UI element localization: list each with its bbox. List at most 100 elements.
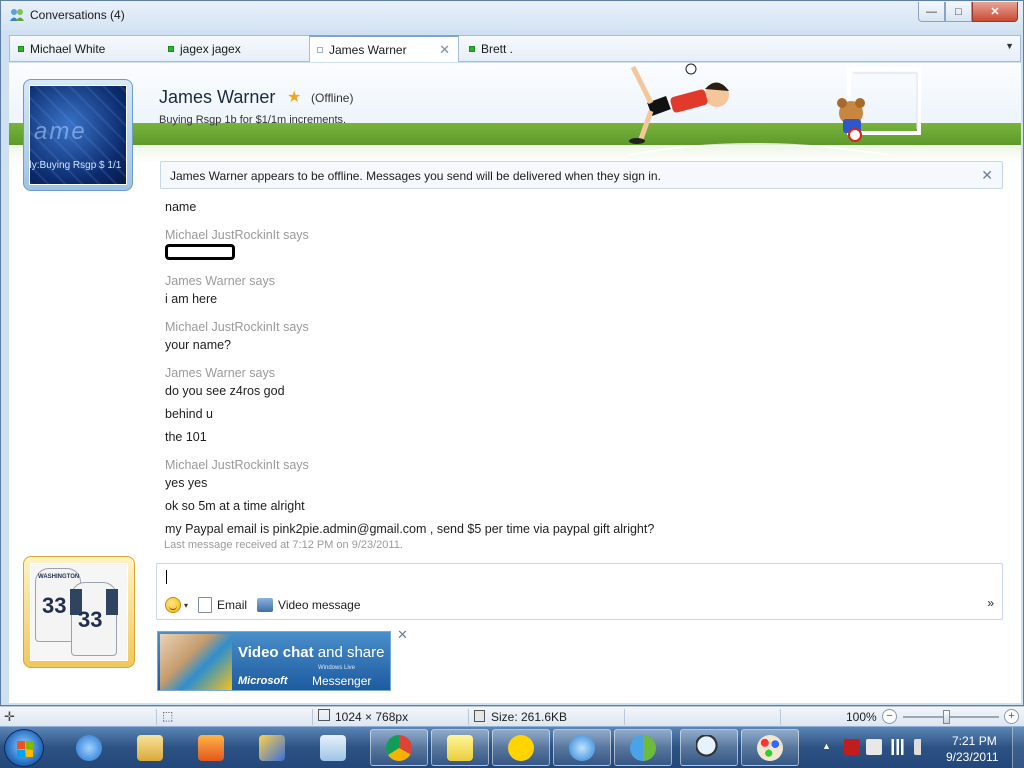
move-icon[interactable]: ✛ xyxy=(4,709,15,725)
offline-notice-text: James Warner appears to be offline. Mess… xyxy=(170,169,661,183)
close-tab-icon[interactable]: ✕ xyxy=(439,42,450,58)
taskbar: ▲ 7:21 PM 9/23/2011 xyxy=(0,726,1024,768)
divider xyxy=(156,709,157,725)
redaction-scribble xyxy=(165,244,235,260)
offline-notice-bar: James Warner appears to be offline. Mess… xyxy=(160,161,1003,189)
zoom-level: 100% xyxy=(846,710,877,724)
taskbar-internet-explorer[interactable] xyxy=(60,729,118,766)
image-dimensions: 1024 × 768px xyxy=(335,710,409,724)
conversation-window: Conversations (4) — □ ✕ Michael White ja… xyxy=(0,0,1024,706)
maximize-button[interactable]: □ xyxy=(945,2,972,22)
show-desktop-button[interactable] xyxy=(1012,727,1024,768)
taskbar-file-explorer[interactable] xyxy=(121,729,179,766)
message-text: the 101 xyxy=(165,430,207,444)
text-caret xyxy=(166,570,167,584)
sender-line: Michael JustRockinIt says xyxy=(165,228,309,242)
show-hidden-icons-icon[interactable]: ▲ xyxy=(822,741,831,751)
email-label: Email xyxy=(217,598,248,612)
magnifier-icon xyxy=(696,734,722,761)
zoom-out-button[interactable]: − xyxy=(882,709,897,724)
tab-jagex-jagex[interactable]: jagex jagex xyxy=(168,36,241,61)
message-text: your name? xyxy=(165,338,232,352)
minimize-button[interactable]: — xyxy=(918,2,945,22)
chrome-icon xyxy=(386,734,412,761)
zoom-slider-track[interactable] xyxy=(903,716,999,718)
crop-icon[interactable]: ⬚ xyxy=(162,709,173,723)
conversation-pane: ame ply:Buying Rsgp $ 1/1 James Warner ★… xyxy=(9,63,1021,703)
itunes-icon xyxy=(569,734,595,761)
tab-brett[interactable]: Brett . xyxy=(469,36,513,61)
clock-date[interactable]: 9/23/2011 xyxy=(946,750,999,764)
aim-running-man-icon xyxy=(508,734,534,761)
ad-headline: Video chat and share xyxy=(238,644,384,661)
notepad-icon xyxy=(320,734,346,761)
taskbar-messenger[interactable] xyxy=(614,729,672,766)
online-status-icon xyxy=(469,45,475,52)
jersey-number: 33 xyxy=(42,593,67,618)
contact-avatar-frame[interactable]: ame ply:Buying Rsgp $ 1/1 xyxy=(23,79,133,191)
divider xyxy=(624,709,625,725)
my-avatar: WASHINGTON 33 33 xyxy=(30,563,128,661)
taskbar-aim[interactable] xyxy=(492,729,550,766)
power-tray-icon[interactable] xyxy=(866,739,882,755)
video-message-button[interactable]: Video message xyxy=(257,598,361,612)
tab-james-warner[interactable]: James Warner ✕ xyxy=(309,35,459,62)
message-text: do you see z4ros god xyxy=(165,384,285,398)
taskbar-chrome[interactable] xyxy=(370,729,428,766)
tab-list-dropdown-icon[interactable]: ▼ xyxy=(1005,41,1014,51)
ad-headline-rest: and share xyxy=(313,644,385,661)
taskbar-paint[interactable] xyxy=(741,729,799,766)
emoticon-icon[interactable] xyxy=(165,597,181,613)
video-message-label: Video message xyxy=(278,598,361,612)
sender-line: James Warner says xyxy=(165,274,275,288)
start-button[interactable] xyxy=(4,729,44,767)
messenger-ad-banner[interactable]: Video chat and share Microsoft Windows L… xyxy=(157,631,391,691)
paint-brush-icon xyxy=(259,734,285,761)
taskbar-itunes[interactable] xyxy=(553,729,611,766)
tab-label: jagex jagex xyxy=(180,41,241,56)
taskbar-paint-brush[interactable] xyxy=(243,729,301,766)
message-text: behind u xyxy=(165,407,213,421)
taskbar-media-player[interactable] xyxy=(182,729,240,766)
messenger-icon xyxy=(630,734,656,761)
title-bar[interactable]: Conversations (4) — □ ✕ xyxy=(1,1,1023,31)
video-camera-icon xyxy=(257,598,274,612)
tab-label: Brett . xyxy=(481,41,514,56)
message-text: yes yes xyxy=(165,476,208,490)
zoom-slider-thumb[interactable] xyxy=(943,710,950,724)
more-options-button[interactable]: » xyxy=(987,596,994,610)
zoom-in-button[interactable]: + xyxy=(1004,709,1019,724)
network-tray-icon[interactable] xyxy=(890,739,906,755)
sender-line: Michael JustRockinIt says xyxy=(165,458,309,472)
security-tray-icon[interactable] xyxy=(844,739,860,755)
message-text: name xyxy=(165,200,197,214)
emoticon-dropdown-icon[interactable]: ▾ xyxy=(184,601,188,610)
internet-explorer-icon xyxy=(76,734,102,761)
volume-tray-icon[interactable] xyxy=(914,739,930,755)
taskbar-sticky-notes[interactable] xyxy=(431,729,489,766)
tab-michael-white[interactable]: Michael White xyxy=(18,36,105,61)
windows-logo-icon xyxy=(17,741,33,757)
close-ad-icon[interactable]: ✕ xyxy=(397,627,408,643)
personal-message: Buying Rsgp 1b for $1/1m increments. xyxy=(159,114,347,126)
clock-time[interactable]: 7:21 PM xyxy=(952,734,997,748)
message-input[interactable]: ▾ Email Video message » xyxy=(156,563,1003,620)
close-window-button[interactable]: ✕ xyxy=(972,2,1018,22)
divider xyxy=(468,709,469,725)
divider xyxy=(312,709,313,725)
scene-banner xyxy=(9,63,1021,163)
taskbar-magnifier[interactable] xyxy=(680,729,738,766)
email-button[interactable]: Email xyxy=(198,597,247,613)
close-notice-icon[interactable]: ✕ xyxy=(981,167,993,184)
offline-status-icon xyxy=(317,46,323,53)
ad-headline-bold: Video chat xyxy=(238,644,314,661)
online-status-icon xyxy=(18,45,24,52)
my-avatar-frame[interactable]: WASHINGTON 33 33 xyxy=(23,556,135,668)
viewer-status-bar: ✛ ⬚ 1024 × 768px Size: 261.6KB 100% − + xyxy=(0,706,1024,726)
folder-icon xyxy=(137,734,163,761)
online-status-icon xyxy=(168,45,174,52)
favorite-star-icon[interactable]: ★ xyxy=(287,87,301,107)
taskbar-notepad[interactable] xyxy=(304,729,362,766)
avatar-text: ame xyxy=(34,118,87,145)
tab-label: Michael White xyxy=(30,41,106,56)
